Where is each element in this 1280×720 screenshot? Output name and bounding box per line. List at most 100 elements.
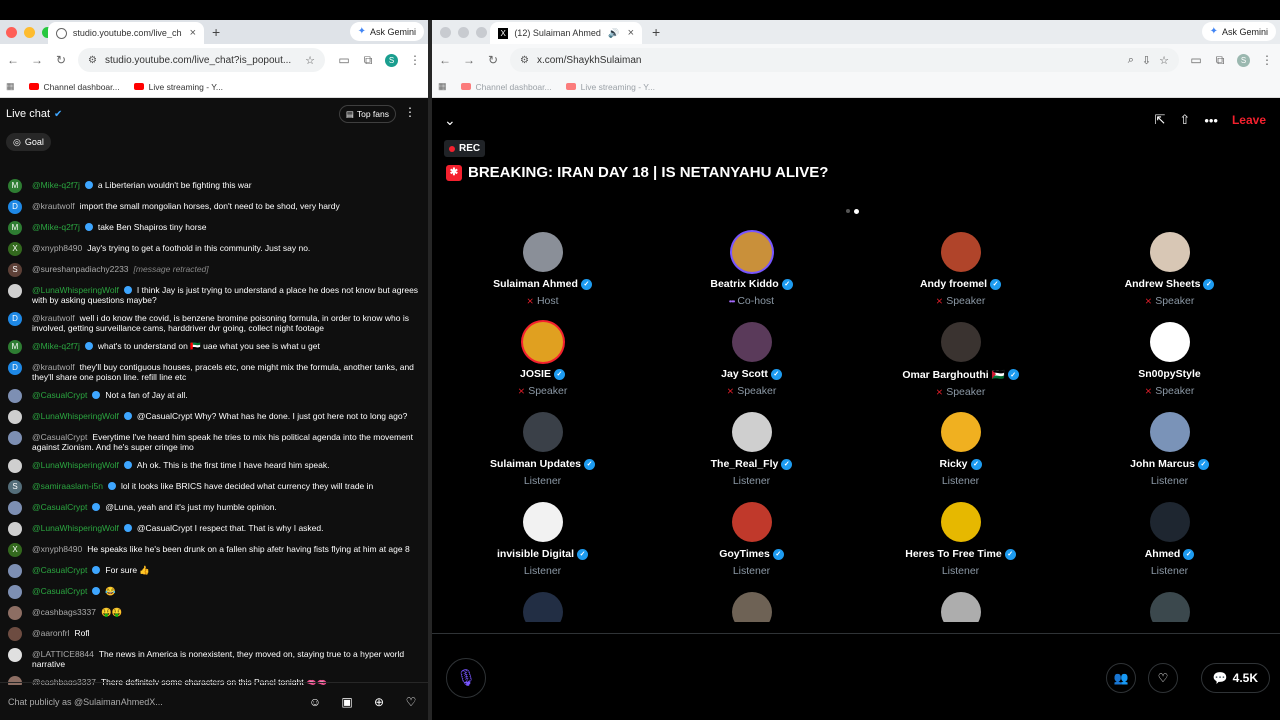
heart-icon[interactable]: ♡ xyxy=(402,693,420,711)
chat-avatar[interactable] xyxy=(8,459,22,473)
participant-card[interactable]: Sulaiman Ahmed ✓ ⨯ Host xyxy=(438,232,647,312)
chat-message[interactable]: M @Mike-q2f7j take Ben Shapiros tiny horse xyxy=(0,218,428,239)
chat-avatar[interactable]: M xyxy=(8,221,22,235)
chat-message[interactable]: @LunaWhisperingWolf @CasualCrypt Why? Wha… xyxy=(0,407,428,428)
close-window-button[interactable] xyxy=(440,26,451,38)
chat-message[interactable]: D @krautwolf well i do know the covid, is … xyxy=(0,309,428,337)
chat-avatar[interactable]: D xyxy=(8,361,22,375)
forward-icon[interactable]: → xyxy=(462,53,476,67)
chat-message[interactable]: M @Mike-q2f7j a Liberterian wouldn't be fi… xyxy=(0,176,428,197)
chat-message[interactable]: @CasualCrypt For sure 👍 xyxy=(0,561,428,582)
url-field[interactable]: ⚙ studio.youtube.com/live_chat?is_popout… xyxy=(78,48,325,72)
chat-author[interactable]: @xnyph8490 xyxy=(32,243,82,253)
participant-card[interactable]: GoyTimes ✓ Listener xyxy=(647,502,856,582)
chat-message[interactable]: @CasualCrypt @Luna, yeah and it's just my… xyxy=(0,498,428,519)
chat-message-list[interactable]: M @Mike-q2f7j a Liberterian wouldn't be fi… xyxy=(0,176,428,685)
install-app-icon[interactable]: ⇩ xyxy=(1142,54,1151,67)
reactions-button[interactable]: ♡ xyxy=(1148,663,1178,693)
chat-avatar[interactable] xyxy=(8,431,22,445)
chat-avatar[interactable]: X xyxy=(8,242,22,256)
microphone-button[interactable]: 🎙 xyxy=(446,658,486,698)
collapse-chevron-icon[interactable]: ⌄ xyxy=(444,112,456,129)
participant-avatar[interactable] xyxy=(940,412,981,452)
participant-card[interactable]: The_Real_Fly ✓ Listener xyxy=(647,412,856,492)
participant-avatar[interactable] xyxy=(731,322,772,362)
participant-avatar[interactable] xyxy=(522,502,563,542)
chat-author[interactable]: @sureshanpadiachy2233 xyxy=(32,264,129,274)
extensions-icon[interactable]: ⧉ xyxy=(361,53,375,68)
participant-avatar[interactable] xyxy=(1149,232,1190,272)
participant-card[interactable]: Ahmed ✓ Listener xyxy=(1065,502,1274,582)
super-chat-icon[interactable]: ▣ xyxy=(338,693,356,711)
chat-avatar[interactable]: M xyxy=(8,340,22,354)
participant-avatar[interactable] xyxy=(1149,502,1190,542)
participant-card-partial[interactable] xyxy=(856,592,1065,622)
bookmark-live-streaming[interactable]: Live streaming - Y... xyxy=(133,82,223,92)
participant-avatar[interactable] xyxy=(731,592,772,622)
page-dot-active[interactable] xyxy=(854,209,859,214)
extensions-icon[interactable]: ⧉ xyxy=(1213,53,1227,68)
participant-card[interactable]: Jay Scott ✓ ⨯ Speaker xyxy=(647,322,856,402)
chat-avatar[interactable] xyxy=(8,389,22,403)
listener-count-button[interactable]: 💬 4.5K xyxy=(1200,663,1270,693)
chat-author[interactable]: @samiraaslam-i5n xyxy=(32,481,103,491)
reload-icon[interactable]: ↻ xyxy=(54,53,68,67)
apps-grid-icon[interactable]: ▦ xyxy=(6,81,15,92)
ask-gemini-button[interactable]: ✦ Ask Gemini xyxy=(1201,22,1276,41)
chat-author[interactable]: @Mike-q2f7j xyxy=(32,341,80,351)
participant-card-partial[interactable] xyxy=(647,592,856,622)
chat-avatar[interactable] xyxy=(8,564,22,578)
browser-menu-icon[interactable]: ⋮ xyxy=(1260,53,1274,67)
chat-mode-check-icon[interactable]: ✔ xyxy=(54,109,62,120)
chat-avatar[interactable]: X xyxy=(8,543,22,557)
chat-avatar[interactable] xyxy=(8,501,22,515)
participant-card[interactable]: John Marcus ✓ Listener xyxy=(1065,412,1274,492)
site-settings-icon[interactable]: ⚙ xyxy=(520,55,529,66)
chat-input-field[interactable]: Chat publicly as @SulaimanAhmedX... xyxy=(8,697,292,707)
chat-avatar[interactable]: D xyxy=(8,312,22,326)
chat-avatar[interactable] xyxy=(8,606,22,620)
participant-avatar[interactable] xyxy=(940,592,981,622)
chat-avatar[interactable] xyxy=(8,648,22,662)
participant-avatar[interactable] xyxy=(940,232,981,272)
chat-message[interactable]: @LATTICE8844 The news in America is nonex… xyxy=(0,645,428,673)
participant-card[interactable]: JOSIE ✓ ⨯ Speaker xyxy=(438,322,647,402)
minimize-window-button[interactable] xyxy=(458,26,469,38)
chat-author[interactable]: @LunaWhisperingWolf xyxy=(32,523,119,533)
chat-avatar[interactable] xyxy=(8,410,22,424)
more-icon[interactable]: ••• xyxy=(1204,113,1218,128)
zoom-icon[interactable]: ⌕ xyxy=(1128,54,1134,67)
goal-button[interactable]: ◎ Goal xyxy=(6,133,51,151)
participant-card[interactable]: Heres To Free Time ✓ Listener xyxy=(856,502,1065,582)
bookmark-star-icon[interactable]: ☆ xyxy=(1159,54,1169,67)
dock-icon[interactable]: ⇱ xyxy=(1155,112,1166,128)
chat-author[interactable]: @CasualCrypt xyxy=(32,565,87,575)
participant-avatar[interactable] xyxy=(731,412,772,452)
participant-avatar[interactable] xyxy=(731,502,772,542)
participant-avatar[interactable] xyxy=(522,592,563,622)
back-icon[interactable]: ← xyxy=(438,53,452,67)
bookmark-star-icon[interactable]: ☆ xyxy=(305,54,315,67)
chat-message[interactable]: @aaronfrl Rofl xyxy=(0,624,428,645)
chat-author[interactable]: @krautwolf xyxy=(32,313,75,323)
chat-message[interactable]: @LunaWhisperingWolf @CasualCrypt I respec… xyxy=(0,519,428,540)
participant-card[interactable]: Beatrix Kiddo ✓ ••• Co-host xyxy=(647,232,856,312)
chat-avatar[interactable]: S xyxy=(8,480,22,494)
tab-x-space[interactable]: X (12) Sulaiman Ahmed (@S 🔊 × xyxy=(490,22,642,44)
chat-avatar[interactable] xyxy=(8,522,22,536)
participant-card[interactable]: Andy froemel ✓ ⨯ Speaker xyxy=(856,232,1065,312)
chat-menu-icon[interactable]: ⋮ xyxy=(404,105,416,119)
add-icon[interactable]: ⊕ xyxy=(370,693,388,711)
participant-avatar[interactable] xyxy=(1149,322,1190,362)
url-field[interactable]: ⚙ x.com/ShaykhSulaiman ⌕ ⇩ ☆ xyxy=(510,48,1179,72)
participant-card-partial[interactable] xyxy=(1065,592,1274,622)
apps-grid-icon[interactable]: ▦ xyxy=(438,81,447,92)
page-dot[interactable] xyxy=(846,209,850,213)
chat-author[interactable]: @krautwolf xyxy=(32,201,75,211)
tab-close-icon[interactable]: × xyxy=(190,27,196,39)
cast-icon[interactable]: ▭ xyxy=(337,53,351,67)
chat-avatar[interactable] xyxy=(8,627,22,641)
chat-author[interactable]: @cashbags3337 xyxy=(32,607,96,617)
site-settings-icon[interactable]: ⚙ xyxy=(88,55,97,66)
new-tab-button[interactable]: + xyxy=(652,24,660,40)
